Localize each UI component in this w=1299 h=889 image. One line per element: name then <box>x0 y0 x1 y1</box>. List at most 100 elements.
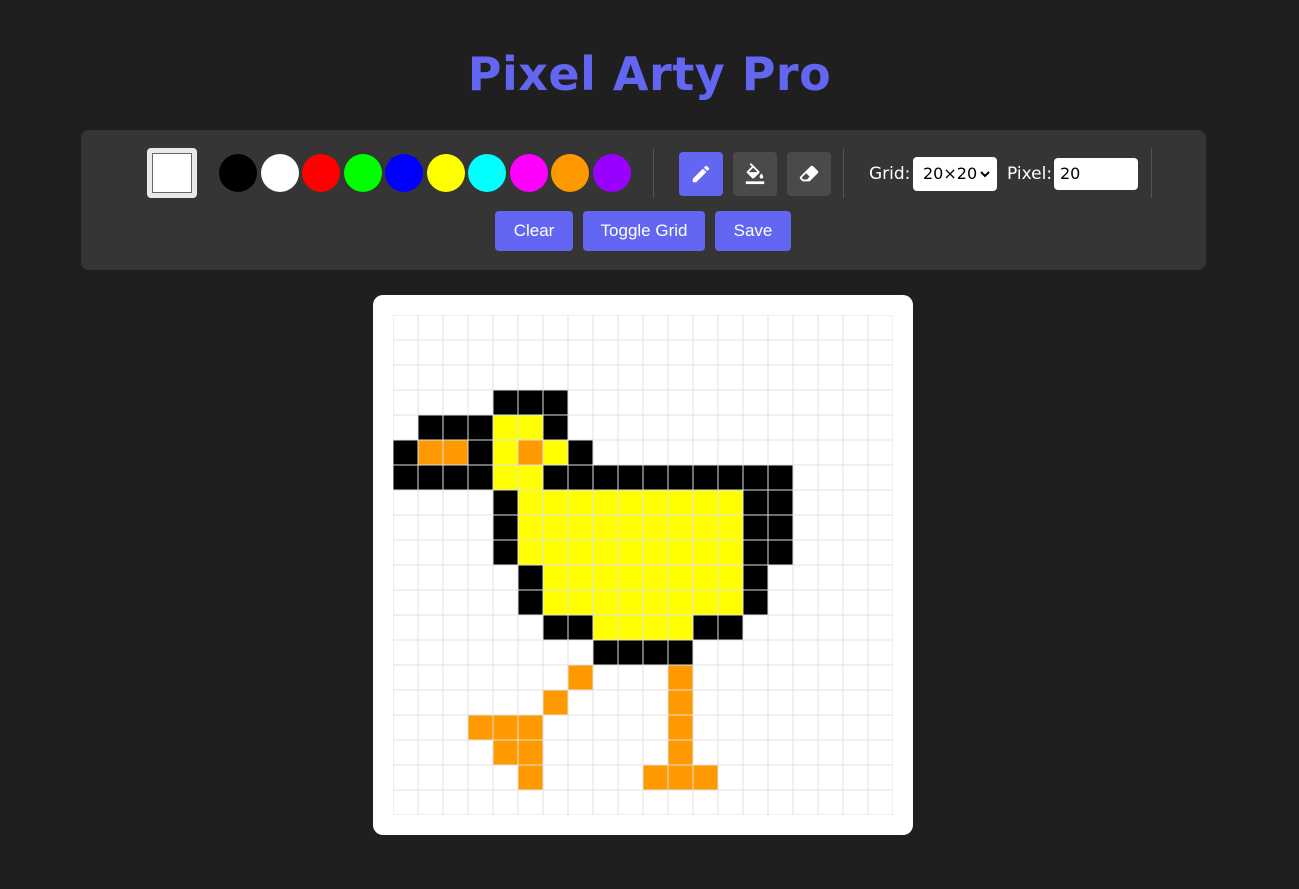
pixel-cell[interactable] <box>617 564 644 591</box>
pixel-cell[interactable] <box>792 664 819 691</box>
pixel-cell[interactable] <box>867 689 893 716</box>
pixel-cell[interactable] <box>592 439 619 466</box>
pixel-cell[interactable] <box>617 315 644 341</box>
pixel-cell[interactable] <box>842 789 869 815</box>
pixel-cell[interactable] <box>792 564 819 591</box>
pixel-cell[interactable] <box>393 664 419 691</box>
pixel-cell[interactable] <box>492 639 519 666</box>
pixel-cell[interactable] <box>792 539 819 566</box>
pixel-cell[interactable] <box>417 614 444 641</box>
pixel-cell[interactable] <box>717 364 744 391</box>
pixel-cell[interactable] <box>667 414 694 441</box>
pixel-cell[interactable] <box>467 564 494 591</box>
pixel-cell[interactable] <box>542 464 569 491</box>
pixel-cell[interactable] <box>617 364 644 391</box>
pixel-cell[interactable] <box>667 564 694 591</box>
pixel-cell[interactable] <box>567 589 594 616</box>
clear-button[interactable]: Clear <box>495 211 573 251</box>
grid-size-select[interactable]: 20×20 <box>913 157 997 191</box>
pixel-cell[interactable] <box>842 764 869 791</box>
pixel-cell[interactable] <box>467 539 494 566</box>
fill-tool-button[interactable] <box>733 152 777 196</box>
pixel-cell[interactable] <box>667 789 694 815</box>
pixel-cell[interactable] <box>542 639 569 666</box>
pixel-cell[interactable] <box>742 514 769 541</box>
pixel-cell[interactable] <box>592 364 619 391</box>
pixel-cell[interactable] <box>492 589 519 616</box>
pixel-cell[interactable] <box>517 714 544 741</box>
pixel-cell[interactable] <box>642 414 669 441</box>
pixel-cell[interactable] <box>692 664 719 691</box>
pixel-cell[interactable] <box>417 589 444 616</box>
pixel-cell[interactable] <box>542 439 569 466</box>
pixel-cell[interactable] <box>817 789 844 815</box>
pixel-cell[interactable] <box>393 639 419 666</box>
pixel-cell[interactable] <box>417 639 444 666</box>
pixel-cell[interactable] <box>817 389 844 416</box>
pixel-cell[interactable] <box>867 364 893 391</box>
pixel-cell[interactable] <box>717 315 744 341</box>
pixel-cell[interactable] <box>642 315 669 341</box>
pixel-cell[interactable] <box>542 414 569 441</box>
pixel-cell[interactable] <box>667 439 694 466</box>
pixel-cell[interactable] <box>692 639 719 666</box>
pixel-cell[interactable] <box>642 764 669 791</box>
pixel-cell[interactable] <box>417 689 444 716</box>
pixel-cell[interactable] <box>542 389 569 416</box>
pixel-cell[interactable] <box>442 389 469 416</box>
pixel-cell[interactable] <box>393 489 419 516</box>
pixel-cell[interactable] <box>842 639 869 666</box>
pixel-cell[interactable] <box>642 739 669 766</box>
pixel-cell[interactable] <box>467 739 494 766</box>
pixel-cell[interactable] <box>393 364 419 391</box>
pixel-cell[interactable] <box>617 664 644 691</box>
pixel-cell[interactable] <box>442 614 469 641</box>
pixel-cell[interactable] <box>817 764 844 791</box>
pixel-cell[interactable] <box>442 514 469 541</box>
pixel-cell[interactable] <box>692 439 719 466</box>
eraser-tool-button[interactable] <box>787 152 831 196</box>
pixel-cell[interactable] <box>667 489 694 516</box>
pixel-cell[interactable] <box>817 514 844 541</box>
pixel-cell[interactable] <box>767 414 794 441</box>
pixel-cell[interactable] <box>592 414 619 441</box>
pixel-cell[interactable] <box>417 389 444 416</box>
pixel-cell[interactable] <box>792 364 819 391</box>
pixel-cell[interactable] <box>393 464 419 491</box>
pixel-cell[interactable] <box>467 364 494 391</box>
pixel-cell[interactable] <box>517 689 544 716</box>
pixel-cell[interactable] <box>617 389 644 416</box>
pixel-cell[interactable] <box>792 639 819 666</box>
pixel-cell[interactable] <box>842 739 869 766</box>
pixel-cell[interactable] <box>592 764 619 791</box>
pixel-cell[interactable] <box>567 414 594 441</box>
pixel-cell[interactable] <box>717 589 744 616</box>
pixel-cell[interactable] <box>767 689 794 716</box>
pixel-cell[interactable] <box>492 689 519 716</box>
pixel-cell[interactable] <box>842 714 869 741</box>
pixel-cell[interactable] <box>867 414 893 441</box>
pixel-cell[interactable] <box>692 714 719 741</box>
pixel-cell[interactable] <box>617 439 644 466</box>
pixel-cell[interactable] <box>742 439 769 466</box>
pixel-cell[interactable] <box>817 714 844 741</box>
pixel-cell[interactable] <box>567 489 594 516</box>
pixel-cell[interactable] <box>717 414 744 441</box>
pixel-cell[interactable] <box>667 589 694 616</box>
pixel-cell[interactable] <box>742 539 769 566</box>
pixel-cell[interactable] <box>792 389 819 416</box>
pixel-cell[interactable] <box>517 614 544 641</box>
pixel-cell[interactable] <box>817 739 844 766</box>
pixel-cell[interactable] <box>767 614 794 641</box>
pixel-cell[interactable] <box>817 689 844 716</box>
pixel-cell[interactable] <box>717 464 744 491</box>
pixel-cell[interactable] <box>492 389 519 416</box>
pixel-cell[interactable] <box>867 614 893 641</box>
pixel-cell[interactable] <box>667 639 694 666</box>
pixel-cell[interactable] <box>517 389 544 416</box>
pixel-cell[interactable] <box>517 464 544 491</box>
pixel-cell[interactable] <box>492 489 519 516</box>
pixel-cell[interactable] <box>742 739 769 766</box>
pixel-cell[interactable] <box>592 514 619 541</box>
pixel-cell[interactable] <box>567 389 594 416</box>
